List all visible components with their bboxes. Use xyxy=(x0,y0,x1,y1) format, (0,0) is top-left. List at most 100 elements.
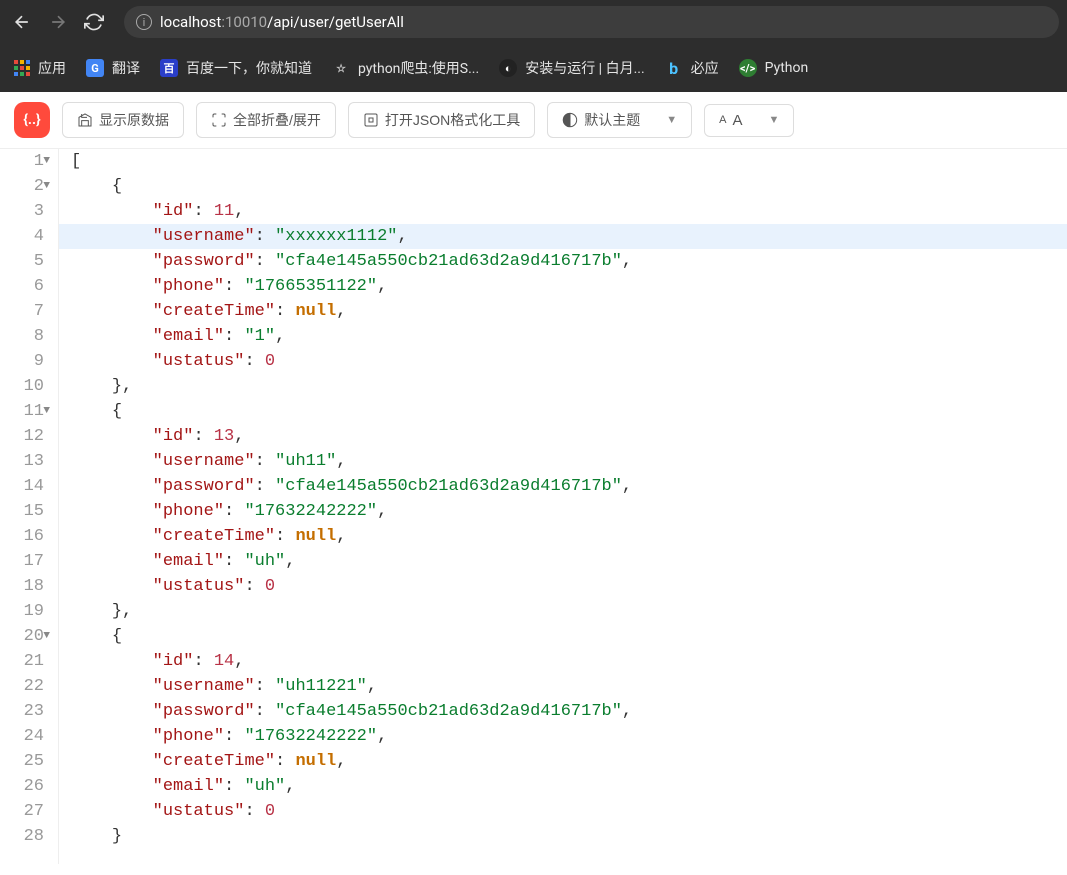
line-number: 9 xyxy=(4,349,48,374)
token-s: "17665351122" xyxy=(244,277,377,296)
code-line[interactable]: "id": 11, xyxy=(59,199,1067,224)
bookmark-item[interactable]: b 必应 xyxy=(665,58,719,78)
nav-bar: i localhost:10010/api/user/getUserAll xyxy=(0,0,1067,44)
bookmark-item[interactable]: ☆python爬虫:使用S... xyxy=(332,58,479,78)
code-pane[interactable]: [ { "id": 11, "username": "xxxxxx1112", … xyxy=(59,149,1067,864)
code-line[interactable]: "email": "1", xyxy=(59,324,1067,349)
token-p: { xyxy=(112,177,122,196)
code-line[interactable]: "createTime": null, xyxy=(59,749,1067,774)
token-k: "createTime" xyxy=(153,302,275,321)
code-line[interactable]: "ustatus": 0 xyxy=(59,574,1067,599)
forward-button[interactable] xyxy=(44,8,72,36)
token-k: "phone" xyxy=(153,727,224,746)
code-line[interactable]: "createTime": null, xyxy=(59,524,1067,549)
token-p: : xyxy=(244,352,264,371)
fold-marker-icon[interactable]: ▼ xyxy=(43,149,50,174)
token-s: "cfa4e145a550cb21ad63d2a9d416717b" xyxy=(275,477,622,496)
collapse-expand-label: 全部折叠/展开 xyxy=(233,110,321,130)
code-line[interactable]: "email": "uh", xyxy=(59,774,1067,799)
bookmark-item[interactable]: G翻译 xyxy=(86,58,140,78)
code-line[interactable]: } xyxy=(59,824,1067,849)
token-s: "cfa4e145a550cb21ad63d2a9d416717b" xyxy=(275,702,622,721)
line-number: 15 xyxy=(4,499,48,524)
bookmark-item[interactable]: </>Python xyxy=(739,59,809,77)
fold-marker-icon[interactable]: ▼ xyxy=(43,399,50,424)
code-line[interactable]: { xyxy=(59,174,1067,199)
back-button[interactable] xyxy=(8,8,36,36)
code-line[interactable]: "password": "cfa4e145a550cb21ad63d2a9d41… xyxy=(59,474,1067,499)
bookmark-item[interactable]: 百百度一下，你就知道 xyxy=(160,58,312,78)
code-line[interactable]: "username": "uh11221", xyxy=(59,674,1067,699)
token-p: : xyxy=(193,202,213,221)
token-p: : xyxy=(244,577,264,596)
token-s: "uh" xyxy=(244,777,285,796)
font-small-icon: A xyxy=(719,114,726,126)
token-p: , xyxy=(622,252,632,271)
bookmark-label: 必应 xyxy=(691,58,719,78)
bing-icon: b xyxy=(665,59,683,77)
token-p: , xyxy=(336,752,346,771)
collapse-expand-button[interactable]: 全部折叠/展开 xyxy=(196,102,336,138)
code-line[interactable]: "password": "cfa4e145a550cb21ad63d2a9d41… xyxy=(59,699,1067,724)
token-k: "email" xyxy=(153,327,224,346)
token-nl: null xyxy=(295,302,336,321)
code-line[interactable]: "createTime": null, xyxy=(59,299,1067,324)
line-number: 22 xyxy=(4,674,48,699)
token-k: "id" xyxy=(153,427,194,446)
line-number: 10 xyxy=(4,374,48,399)
line-number: 17 xyxy=(4,549,48,574)
star-icon: ☆ xyxy=(332,59,350,77)
token-k: "createTime" xyxy=(153,752,275,771)
bookmark-item[interactable]: 应用 xyxy=(14,58,66,78)
code-line[interactable]: "username": "xxxxxx1112", xyxy=(59,224,1067,249)
token-p: : xyxy=(224,727,244,746)
theme-dropdown[interactable]: 默认主题 ▼ xyxy=(547,102,692,138)
code-line[interactable]: "ustatus": 0 xyxy=(59,349,1067,374)
code-line[interactable]: [ xyxy=(59,149,1067,174)
fold-marker-icon[interactable]: ▼ xyxy=(43,174,50,199)
reload-button[interactable] xyxy=(80,8,108,36)
bookmark-label: 百度一下，你就知道 xyxy=(186,58,312,78)
fold-marker-icon[interactable]: ▼ xyxy=(43,624,50,649)
token-k: "id" xyxy=(153,652,194,671)
code-line[interactable]: }, xyxy=(59,599,1067,624)
line-number: 23 xyxy=(4,699,48,724)
open-formatter-button[interactable]: 打开JSON格式化工具 xyxy=(348,102,535,138)
line-number: 13 xyxy=(4,449,48,474)
code-line[interactable]: { xyxy=(59,624,1067,649)
baidu-icon: 百 xyxy=(160,59,178,77)
site-info-icon[interactable]: i xyxy=(136,14,152,30)
code-line[interactable]: "email": "uh", xyxy=(59,549,1067,574)
font-size-dropdown[interactable]: AA ▼ xyxy=(704,104,794,137)
token-k: "email" xyxy=(153,777,224,796)
token-n: 13 xyxy=(214,427,234,446)
show-raw-button[interactable]: 显示原数据 xyxy=(62,102,184,138)
url-port: :10010 xyxy=(221,13,267,31)
code-line[interactable]: "password": "cfa4e145a550cb21ad63d2a9d41… xyxy=(59,249,1067,274)
token-k: "phone" xyxy=(153,277,224,296)
code-line[interactable]: "phone": "17632242222", xyxy=(59,724,1067,749)
code-line[interactable]: "id": 14, xyxy=(59,649,1067,674)
token-s: "cfa4e145a550cb21ad63d2a9d416717b" xyxy=(275,252,622,271)
address-bar[interactable]: i localhost:10010/api/user/getUserAll xyxy=(124,6,1059,38)
token-p: : xyxy=(275,302,295,321)
line-number: 24 xyxy=(4,724,48,749)
line-number: 25 xyxy=(4,749,48,774)
token-p: , xyxy=(336,452,346,471)
code-line[interactable]: }, xyxy=(59,374,1067,399)
line-number: 18 xyxy=(4,574,48,599)
token-p: , xyxy=(285,552,295,571)
bookmark-item[interactable]: ◐安装与运行 | 白月... xyxy=(499,58,644,78)
token-s: "uh11221" xyxy=(275,677,367,696)
token-p: , xyxy=(234,427,244,446)
token-p: , xyxy=(377,502,387,521)
code-line[interactable]: "username": "uh11", xyxy=(59,449,1067,474)
code-line[interactable]: "phone": "17665351122", xyxy=(59,274,1067,299)
code-line[interactable]: "phone": "17632242222", xyxy=(59,499,1067,524)
code-line[interactable]: "ustatus": 0 xyxy=(59,799,1067,824)
code-line[interactable]: "id": 13, xyxy=(59,424,1067,449)
token-p: : xyxy=(224,327,244,346)
code-line[interactable]: { xyxy=(59,399,1067,424)
token-p: , xyxy=(377,277,387,296)
token-p: , xyxy=(622,477,632,496)
